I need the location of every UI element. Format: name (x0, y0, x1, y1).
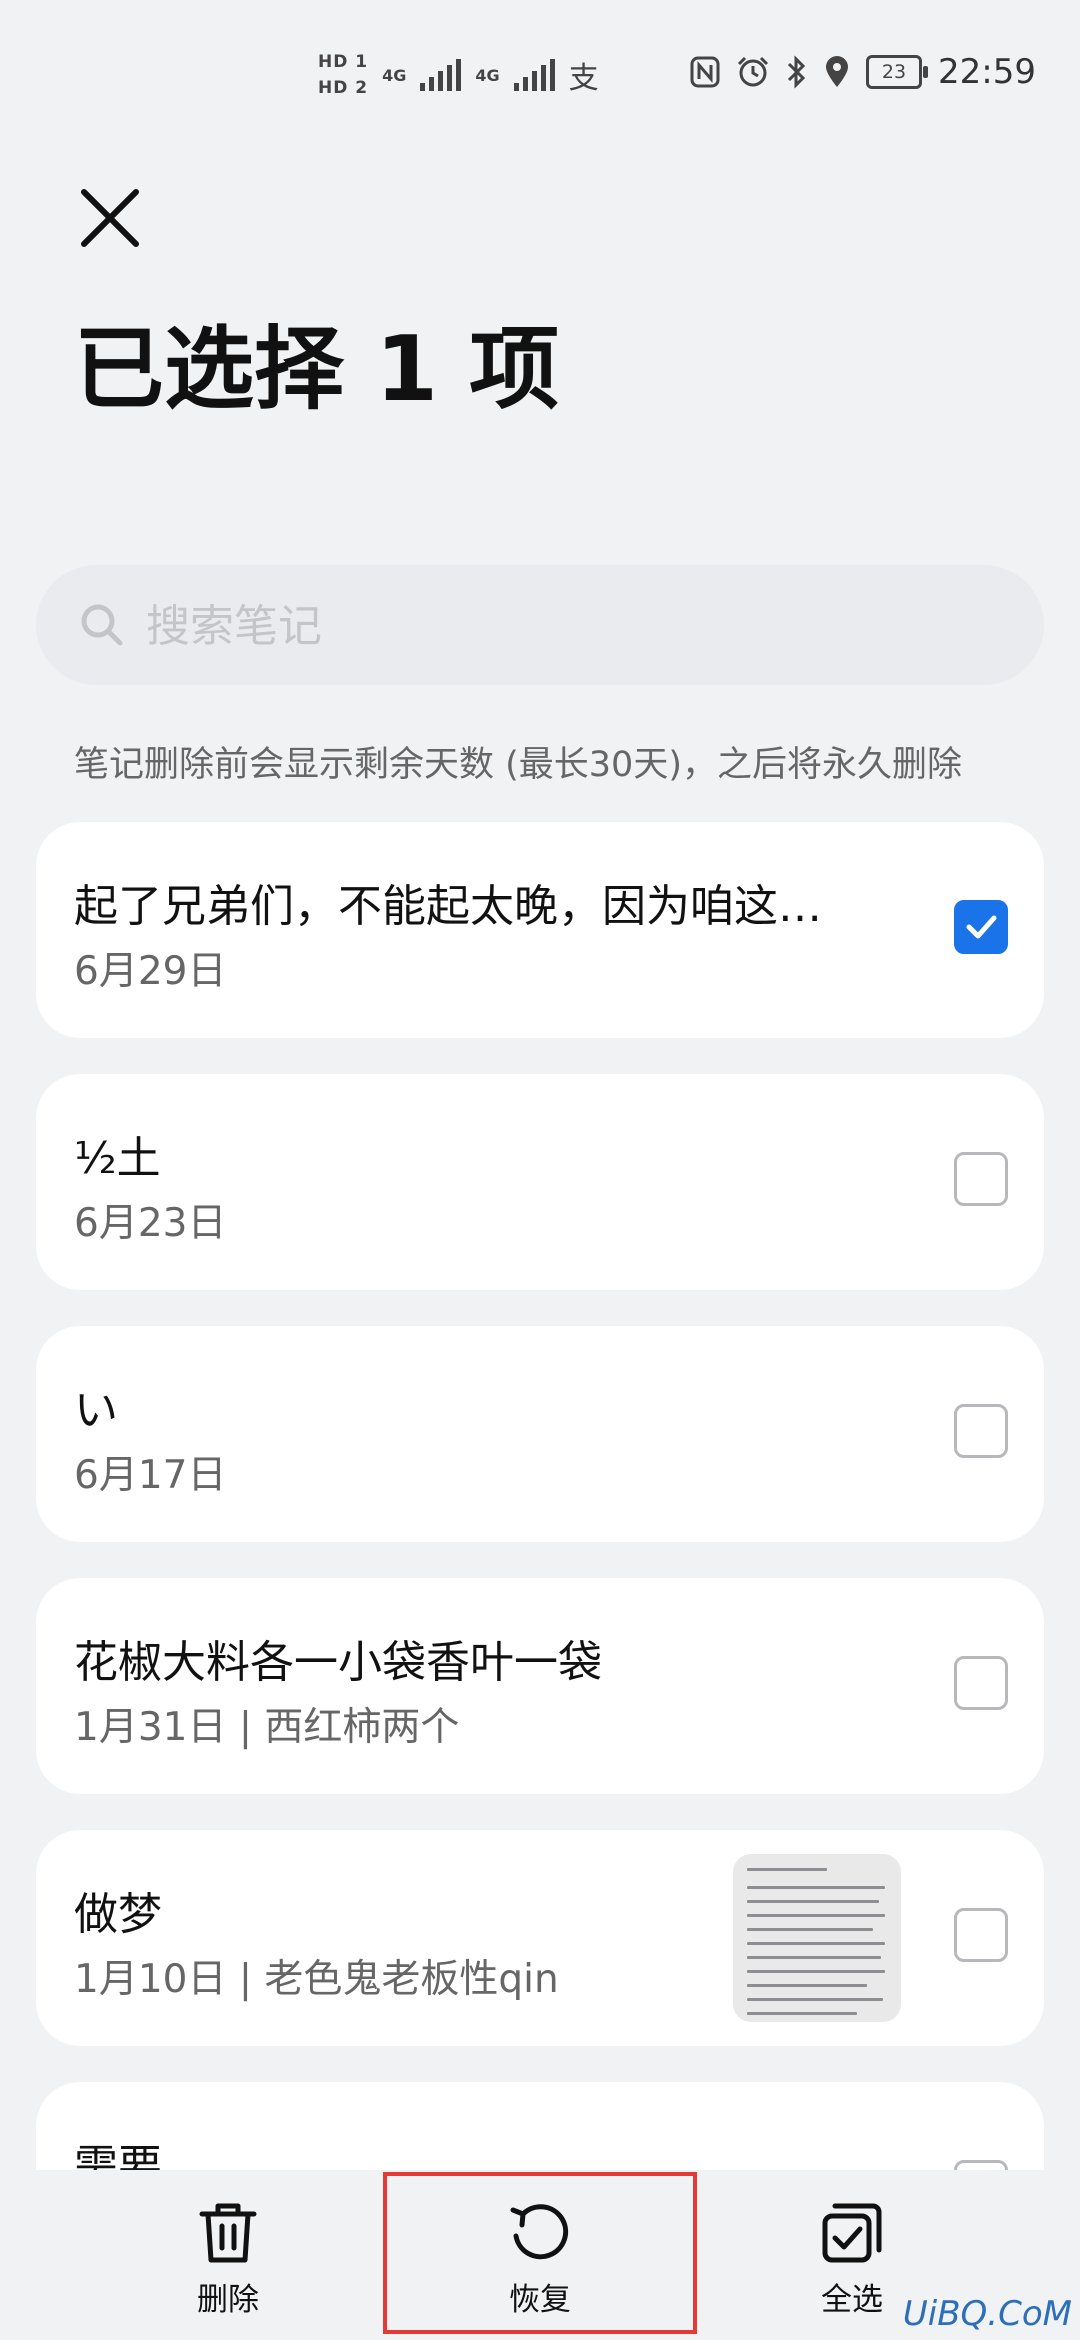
alipay-icon: 支 (568, 61, 599, 96)
note-title: 做梦 (74, 1889, 162, 1940)
note-title: 需要 (74, 2141, 162, 2172)
select-all-icon (822, 2203, 882, 2263)
battery-icon: 23 (866, 55, 929, 89)
network-type-1: 4G (382, 65, 407, 85)
note-date: 1月10日 | 老色鬼老板性qin (74, 1957, 559, 2002)
note-title: 花椒大料各一小袋香叶一袋 (74, 1637, 602, 1688)
search-bar[interactable] (36, 565, 1044, 685)
note-title: ½土 (74, 1133, 161, 1184)
note-checkbox[interactable] (954, 900, 1008, 954)
location-icon (826, 56, 849, 87)
note-checkbox[interactable] (954, 1404, 1008, 1458)
deletion-hint: 笔记删除前会显示剩余天数 (最长30天)，之后将永久删除 (74, 745, 962, 785)
battery-level: 23 (881, 61, 907, 83)
note-title: い (74, 1385, 118, 1436)
clock: 22:59 (938, 52, 1036, 92)
note-date: 1月31日 | 西红柿两个 (74, 1705, 460, 1750)
status-right: 23 22:59 (690, 52, 1036, 92)
note-checkbox[interactable] (954, 1656, 1008, 1710)
status-left: HD 1 HD 2 4G 4G 支 (318, 52, 599, 98)
highlight-box (383, 2172, 697, 2334)
alarm-icon (737, 56, 769, 87)
status-bar: HD 1 HD 2 4G 4G 支 23 22:59 (0, 0, 1080, 150)
network-type-2: 4G (475, 65, 500, 85)
note-card[interactable]: 需要 (36, 2082, 1044, 2172)
signal-icon (420, 59, 462, 91)
page-title: 已选择 1 项 (74, 317, 560, 422)
note-date: 6月23日 (74, 1201, 227, 1246)
trash-icon (199, 2203, 257, 2263)
note-card[interactable]: 做梦 1月10日 | 老色鬼老板性qin (36, 1830, 1044, 2046)
note-card[interactable]: 起了兄弟们，不能起太晚，因为咱这… 6月29日 (36, 822, 1044, 1038)
close-icon (81, 189, 139, 247)
watermark: UiBQ.CoM (902, 2294, 1072, 2334)
search-input[interactable] (144, 591, 1008, 661)
note-title: 起了兄弟们，不能起太晚，因为咱这… (74, 881, 822, 932)
search-icon (81, 604, 123, 646)
note-date: 6月17日 (74, 1453, 227, 1498)
note-card[interactable]: い 6月17日 (36, 1326, 1044, 1542)
note-checkbox[interactable] (954, 1908, 1008, 1962)
sim2-label: HD 2 (318, 78, 369, 98)
signal-icon (513, 59, 555, 91)
note-checkbox[interactable] (954, 1152, 1008, 1206)
nfc-icon (690, 56, 720, 88)
check-icon (966, 915, 997, 939)
bluetooth-icon (787, 55, 806, 89)
notes-list: 起了兄弟们，不能起太晚，因为咱这… 6月29日 ½土 6月23日 い 6月17日… (36, 822, 1044, 2172)
close-button[interactable] (70, 178, 150, 258)
sim1-label: HD 1 (318, 52, 369, 72)
note-card[interactable]: 花椒大料各一小袋香叶一袋 1月31日 | 西红柿两个 (36, 1578, 1044, 1794)
note-card[interactable]: ½土 6月23日 (36, 1074, 1044, 1290)
note-date: 6月29日 (74, 949, 227, 994)
note-thumbnail (733, 1854, 901, 2022)
delete-button[interactable]: 删除 (128, 2200, 328, 2319)
delete-label: 删除 (197, 2282, 259, 2318)
